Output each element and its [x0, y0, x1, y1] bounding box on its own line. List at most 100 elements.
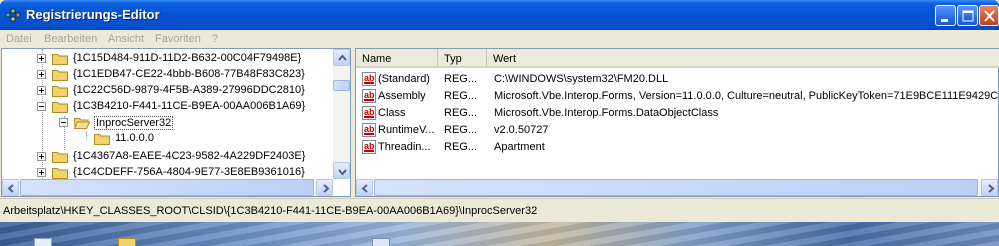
- value-type: REG...: [444, 141, 478, 153]
- folder-icon: [52, 54, 68, 65]
- registry-editor-window: Registrierungs-Editor Datei Bearbeiten A…: [0, 0, 999, 222]
- arrow-down-icon: [338, 169, 347, 176]
- tree-item-expanded[interactable]: {1C3B4210-F441-11CE-B9EA-00AA006B1A69}: [2, 99, 332, 115]
- close-icon: [984, 10, 995, 22]
- column-header-value[interactable]: Wert: [487, 49, 999, 68]
- arrow-up-icon: [338, 54, 347, 61]
- menu-bar: Datei Bearbeiten Ansicht Favoriten ?: [0, 30, 999, 48]
- tree-item-label: 11.0.0.0: [115, 132, 154, 144]
- string-value-icon: ab: [362, 72, 376, 86]
- scroll-thumb[interactable]: [333, 80, 350, 91]
- collapse-icon[interactable]: [37, 102, 46, 111]
- value-type: REG...: [444, 90, 478, 102]
- maximize-icon: [962, 10, 974, 22]
- desktop-icon[interactable]: [34, 238, 52, 246]
- value-name: Assembly: [378, 90, 426, 102]
- value-type: REG...: [444, 124, 478, 136]
- value-type: REG...: [444, 107, 478, 119]
- scroll-down-button[interactable]: [333, 162, 350, 179]
- menu-ansicht[interactable]: Ansicht: [108, 33, 144, 45]
- value-row[interactable]: ab RuntimeV... REG... v2.0.50727: [356, 122, 999, 139]
- folder-icon: [52, 102, 68, 113]
- tree-item-label: {1C4CDEFF-756A-4804-9E77-3E8EB9361016}: [73, 166, 305, 178]
- expand-icon[interactable]: [37, 86, 46, 95]
- minimize-button[interactable]: [935, 5, 956, 26]
- menu-favoriten[interactable]: Favoriten: [155, 33, 201, 45]
- tree-item[interactable]: {1C4367A8-EAEE-4C23-9582-4A229DF2403E}: [2, 149, 332, 165]
- value-data: Apartment: [494, 141, 545, 153]
- minimize-icon: [941, 19, 948, 22]
- tree-vertical-scrollbar[interactable]: [333, 49, 350, 179]
- tree-item[interactable]: {1C22C56D-9879-4F5B-A389-27996DDC2810}: [2, 83, 332, 99]
- arrow-right-icon: [323, 184, 330, 193]
- tree-item-label: {1C22C56D-9879-4F5B-A389-27996DDC2810}: [73, 84, 305, 96]
- registry-editor-icon: [5, 8, 21, 22]
- close-button[interactable]: [979, 5, 999, 26]
- tree-item-label: {1C15D484-911D-11D2-B632-00C04F79498E}: [73, 52, 302, 64]
- scroll-thumb[interactable]: [20, 179, 314, 196]
- value-name: Class: [378, 107, 406, 119]
- tree-item-label: {1C4367A8-EAEE-4C23-9582-4A229DF2403E}: [73, 150, 306, 162]
- values-list-pane: Name Typ Wert ab (Standard) REG... C:\WI…: [355, 48, 999, 197]
- string-value-icon: ab: [362, 106, 376, 120]
- scroll-left-button[interactable]: [356, 179, 373, 196]
- value-name: Threadin...: [378, 141, 431, 153]
- folder-icon: [52, 168, 68, 179]
- status-path: Arbeitsplatz\HKEY_CLASSES_ROOT\CLSID\{1C…: [3, 205, 538, 217]
- maximize-button[interactable]: [957, 5, 978, 26]
- scroll-up-button[interactable]: [333, 49, 350, 66]
- expand-icon[interactable]: [37, 168, 46, 177]
- scroll-right-button[interactable]: [316, 179, 333, 196]
- arrow-left-icon: [7, 184, 14, 193]
- expand-icon[interactable]: [37, 152, 46, 161]
- value-name: (Standard): [378, 73, 430, 85]
- tree-item-selected[interactable]: InprocServer32: [2, 115, 332, 131]
- value-name: RuntimeV...: [378, 124, 435, 136]
- tree-item[interactable]: {1C15D484-911D-11D2-B632-00C04F79498E}: [2, 51, 332, 67]
- title-bar[interactable]: Registrierungs-Editor: [0, 0, 999, 30]
- tree-item[interactable]: {1C1EDB47-CE22-4bbb-B608-77B48F83C823}: [2, 67, 332, 83]
- value-data: Microsoft.Vbe.Interop.Forms, Version=11.…: [494, 90, 998, 102]
- value-data: v2.0.50727: [494, 124, 549, 136]
- expand-icon[interactable]: [37, 54, 46, 63]
- scroll-right-button[interactable]: [981, 179, 998, 196]
- column-header-type[interactable]: Typ: [438, 49, 487, 68]
- menu-bearbeiten[interactable]: Bearbeiten: [44, 33, 97, 45]
- tree-item-label: InprocServer32: [94, 116, 174, 130]
- string-value-icon: ab: [362, 123, 376, 137]
- value-data: Microsoft.Vbe.Interop.Forms.DataObjectCl…: [494, 107, 719, 119]
- value-row[interactable]: ab (Standard) REG... C:\WINDOWS\system32…: [356, 71, 999, 88]
- scroll-thumb[interactable]: [374, 179, 978, 196]
- arrow-left-icon: [361, 184, 368, 193]
- desktop-background: [0, 222, 999, 246]
- expand-icon[interactable]: [37, 70, 46, 79]
- column-header-name[interactable]: Name: [356, 49, 438, 68]
- menu-datei[interactable]: Datei: [6, 33, 32, 45]
- tree-item[interactable]: 11.0.0.0: [2, 131, 332, 147]
- value-data: C:\WINDOWS\system32\FM20.DLL: [494, 73, 669, 85]
- value-row[interactable]: ab Threadin... REG... Apartment: [356, 139, 999, 156]
- window-title: Registrierungs-Editor: [26, 7, 160, 22]
- open-folder-icon: [74, 118, 90, 129]
- value-type: REG...: [444, 73, 478, 85]
- status-bar: Arbeitsplatz\HKEY_CLASSES_ROOT\CLSID\{1C…: [0, 198, 999, 222]
- string-value-icon: ab: [362, 89, 376, 103]
- values-horizontal-scrollbar[interactable]: [356, 179, 998, 196]
- tree-item-label: {1C3B4210-F441-11CE-B9EA-00AA006B1A69}: [73, 100, 306, 112]
- tree-item-label: {1C1EDB47-CE22-4bbb-B608-77B48F83C823}: [73, 68, 305, 80]
- desktop-icon[interactable]: [372, 238, 390, 246]
- menu-help[interactable]: ?: [212, 33, 218, 45]
- wallpaper-pattern: [0, 222, 999, 246]
- value-row[interactable]: ab Assembly REG... Microsoft.Vbe.Interop…: [356, 88, 999, 105]
- key-tree-pane: {1C15D484-911D-11D2-B632-00C04F79498E} {…: [1, 48, 351, 197]
- desktop-icon[interactable]: [118, 238, 136, 246]
- arrow-right-icon: [988, 184, 995, 193]
- value-row[interactable]: ab Class REG... Microsoft.Vbe.Interop.Fo…: [356, 105, 999, 122]
- folder-icon: [52, 86, 68, 97]
- folder-icon: [52, 152, 68, 163]
- folder-icon: [52, 70, 68, 81]
- tree-horizontal-scrollbar[interactable]: [2, 179, 333, 196]
- collapse-icon[interactable]: [59, 118, 68, 127]
- string-value-icon: ab: [362, 140, 376, 154]
- scroll-left-button[interactable]: [2, 179, 19, 196]
